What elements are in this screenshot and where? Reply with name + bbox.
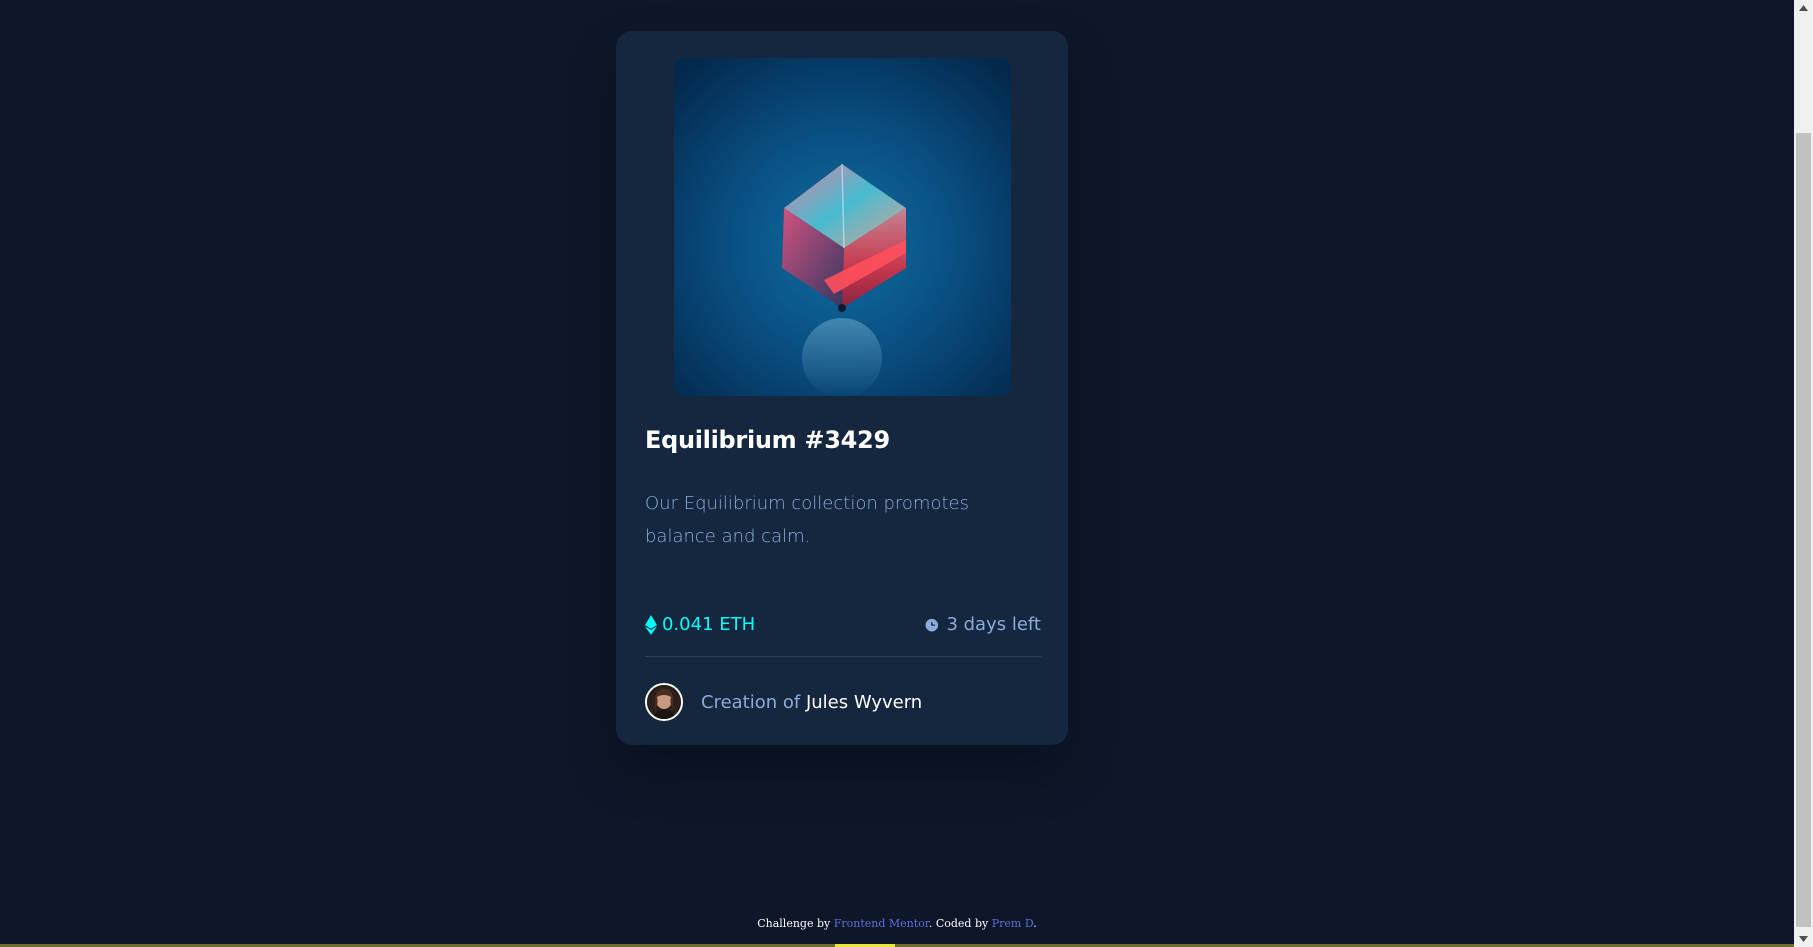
attribution-middle: . Coded by: [928, 917, 989, 930]
time-remaining: 3 days left: [924, 614, 1041, 635]
author-link[interactable]: Prem D: [992, 917, 1034, 930]
frontend-mentor-link[interactable]: Frontend Mentor: [834, 917, 929, 930]
ethereum-icon: [645, 614, 657, 635]
divider: [645, 656, 1041, 657]
attribution: Challenge by Frontend Mentor. Coded by P…: [0, 917, 1794, 930]
nft-stats: 0.041 ETH 3 days left: [645, 614, 1041, 644]
nft-title[interactable]: Equilibrium #3429: [645, 426, 890, 454]
vertical-scrollbar[interactable]: [1794, 0, 1813, 947]
avatar: [645, 683, 683, 721]
attribution-suffix: .: [1033, 917, 1037, 930]
avatar-image: [647, 685, 681, 719]
creator-name[interactable]: Jules Wyvern: [806, 692, 922, 713]
price: 0.041 ETH: [645, 614, 755, 635]
nft-image[interactable]: [674, 58, 1011, 396]
chevron-up-icon[interactable]: [1794, 0, 1813, 17]
creator: Creation of Jules Wyvern: [645, 683, 922, 721]
price-value: 0.041 ETH: [662, 614, 756, 635]
creator-prefix: Creation of: [701, 691, 801, 713]
clock-icon: [925, 618, 939, 631]
time-remaining-value: 3 days left: [946, 614, 1041, 635]
attribution-prefix: Challenge by: [757, 917, 831, 930]
scrollbar-thumb[interactable]: [1796, 133, 1811, 927]
cube-illustration: [674, 58, 1011, 396]
page: Equilibrium #3429 Our Equilibrium collec…: [0, 0, 1813, 947]
nft-preview-card: Equilibrium #3429 Our Equilibrium collec…: [616, 31, 1068, 745]
chevron-down-icon[interactable]: [1794, 930, 1813, 947]
creator-label: Creation of Jules Wyvern: [701, 692, 922, 713]
nft-description: Our Equilibrium collection promotes bala…: [645, 493, 969, 547]
